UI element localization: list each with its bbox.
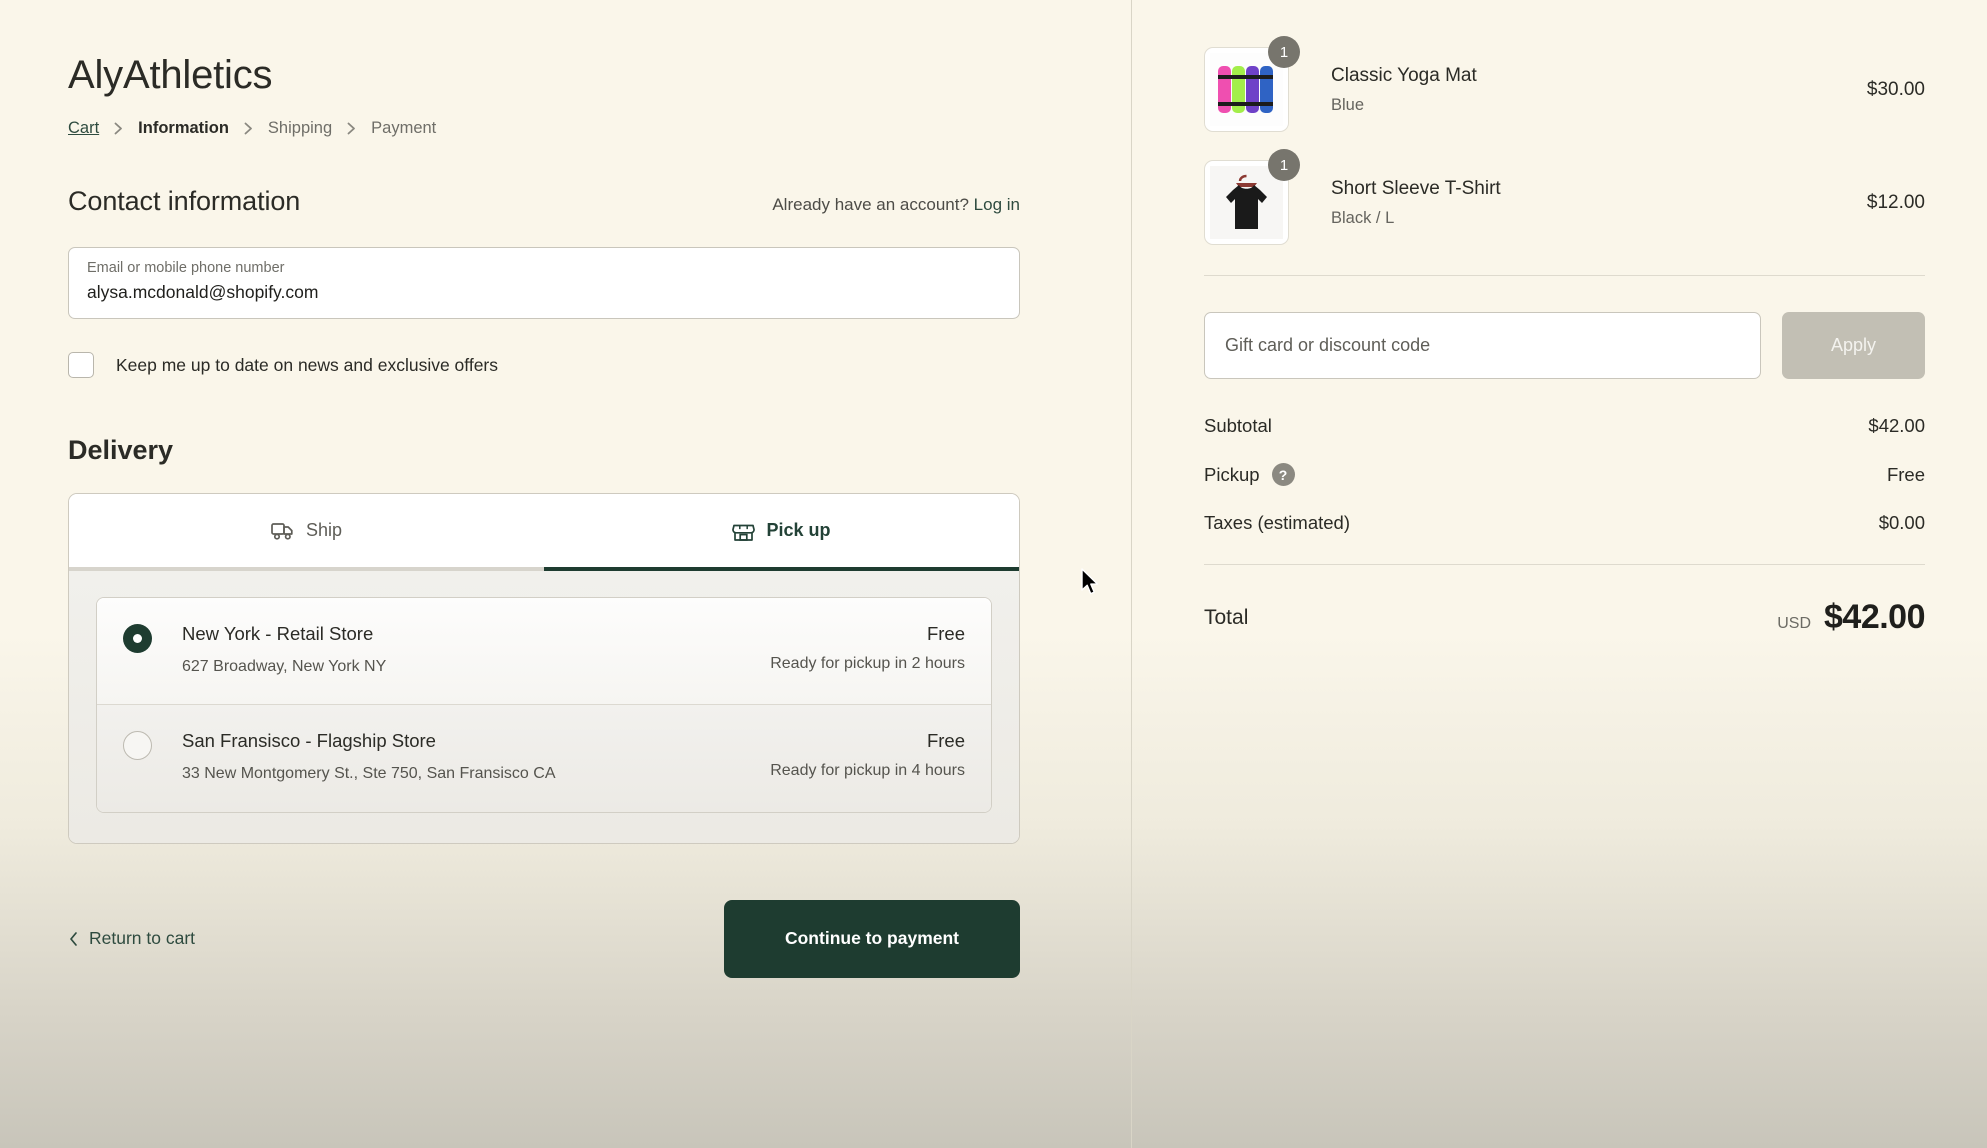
summary-row-taxes: Taxes (estimated) $0.00 [1204, 512, 1925, 534]
account-prompt-text: Already have an account? [772, 195, 969, 214]
product-thumbnail-wrap: 1 [1204, 36, 1300, 132]
mouse-cursor [1081, 568, 1103, 598]
total-divider [1204, 564, 1925, 565]
product-variant: Black / L [1331, 209, 1395, 228]
breadcrumb-item-shipping: Shipping [267, 119, 333, 137]
delivery-method-tabs: Ship Pick up [69, 494, 1019, 567]
grand-total-label: Total [1204, 605, 1249, 629]
chevron-right-icon [112, 121, 125, 136]
order-line-item: 1 Short Sleeve T-Shirt Black / L $12.00 [1204, 149, 1925, 245]
chevron-left-icon [68, 931, 79, 947]
radio-unselected-icon[interactable] [123, 731, 152, 761]
return-to-cart-link[interactable]: Return to cart [68, 928, 195, 949]
store-icon [732, 520, 756, 542]
pickup-option-san-fransisco[interactable]: San Fransisco - Flagship Store 33 New Mo… [97, 704, 991, 812]
pickup-option-address: 33 New Montgomery St., Ste 750, San Fran… [182, 765, 556, 783]
product-variant: Blue [1331, 96, 1365, 115]
chevron-right-icon [242, 121, 255, 136]
return-to-cart-label: Return to cart [89, 928, 196, 949]
quantity-badge: 1 [1268, 36, 1300, 68]
breadcrumb-item-cart[interactable]: Cart [68, 119, 99, 138]
product-name: Classic Yoga Mat [1331, 64, 1477, 86]
email-input[interactable]: alysa.mcdonald@shopify.com [87, 282, 1001, 303]
delivery-title: Delivery [68, 435, 174, 465]
tab-pickup[interactable]: Pick up [544, 494, 1019, 567]
tab-underline-pickup [544, 567, 1019, 571]
tab-ship[interactable]: Ship [69, 494, 544, 567]
apply-discount-button[interactable]: Apply [1782, 312, 1925, 379]
summary-row-value: $42.00 [1868, 415, 1925, 436]
discount-code-input[interactable] [1204, 312, 1761, 379]
grand-total-row: Total USD $42.00 [1204, 598, 1926, 637]
pickup-option-eta: Ready for pickup in 2 hours [770, 655, 965, 673]
summary-row-label: Taxes (estimated) [1204, 512, 1350, 533]
tab-underline [69, 567, 1019, 571]
checkout-form-column: AlyAthletics Cart Information Shipping P… [0, 0, 1131, 1148]
breadcrumb-item-payment: Payment [371, 119, 437, 137]
tab-underline-ship [69, 567, 544, 571]
product-name: Short Sleeve T-Shirt [1331, 177, 1501, 199]
summary-row-label-wrap: Pickup ? [1204, 463, 1295, 486]
help-icon[interactable]: ? [1271, 463, 1295, 486]
order-totals: Subtotal $42.00 Pickup ? Free Taxes (est… [1204, 415, 1926, 637]
contact-information-title: Contact information [68, 186, 301, 216]
summary-row-subtotal: Subtotal $42.00 [1204, 415, 1925, 437]
quantity-badge: 1 [1268, 149, 1300, 181]
grand-total-value-wrap: USD $42.00 [1777, 598, 1925, 637]
breadcrumb-item-information[interactable]: Information [138, 119, 229, 138]
order-line-item: 1 Classic Yoga Mat Blue $30.00 [1204, 36, 1925, 132]
newsletter-checkbox-row[interactable]: Keep me up to date on news and exclusive… [68, 352, 1131, 378]
delivery-card: Ship Pick up New York - Retail Store 627… [68, 493, 1020, 844]
pickup-option-address: 627 Broadway, New York NY [182, 658, 387, 676]
continue-to-payment-button[interactable]: Continue to payment [724, 899, 1020, 978]
truck-icon [271, 521, 295, 541]
discount-row: Apply [1204, 312, 1925, 379]
checkout-page: AlyAthletics Cart Information Shipping P… [0, 0, 1987, 1148]
column-divider [1131, 0, 1132, 1148]
form-actions: Return to cart Continue to payment [68, 899, 1020, 978]
pickup-option-new-york[interactable]: New York - Retail Store 627 Broadway, Ne… [97, 598, 991, 705]
pickup-option-name: San Fransisco - Flagship Store [182, 730, 436, 752]
email-field-label: Email or mobile phone number [87, 260, 285, 276]
breadcrumb: Cart Information Shipping Payment [68, 119, 1131, 138]
summary-row-label: Subtotal [1204, 415, 1272, 436]
chevron-right-icon [345, 121, 358, 136]
order-summary-column: 1 Classic Yoga Mat Blue $30.00 1 Short S… [1131, 0, 1987, 1148]
contact-information-header: Contact information Already have an acco… [68, 186, 1020, 217]
product-thumbnail-wrap: 1 [1204, 149, 1300, 245]
product-price: $30.00 [1866, 78, 1925, 100]
summary-divider [1204, 275, 1925, 276]
pickup-option-eta: Ready for pickup in 4 hours [770, 762, 965, 780]
store-brand-title: AlyAthletics [68, 53, 273, 97]
product-price: $12.00 [1866, 191, 1925, 213]
summary-row-value: Free [1886, 463, 1925, 485]
grand-total-amount: $42.00 [1824, 598, 1926, 636]
tab-pickup-label: Pick up [766, 520, 831, 540]
pickup-location-list: New York - Retail Store 627 Broadway, Ne… [96, 597, 992, 813]
product-info: Short Sleeve T-Shirt Black / L [1331, 177, 1867, 229]
product-info: Classic Yoga Mat Blue [1331, 64, 1867, 116]
currency-code: USD [1777, 615, 1811, 632]
log-in-link[interactable]: Log in [974, 195, 1020, 214]
radio-selected-icon[interactable] [123, 624, 152, 653]
email-field[interactable]: Email or mobile phone number alysa.mcdon… [68, 247, 1020, 319]
tab-ship-label: Ship [305, 520, 343, 540]
pickup-option-name: New York - Retail Store [182, 623, 374, 644]
newsletter-checkbox-label: Keep me up to date on news and exclusive… [116, 354, 499, 375]
summary-row-label: Pickup [1204, 463, 1260, 485]
newsletter-checkbox[interactable] [68, 352, 94, 378]
summary-row-value: $0.00 [1878, 512, 1925, 533]
account-prompt: Already have an account? Log in [772, 195, 1020, 215]
pickup-panel: New York - Retail Store 627 Broadway, Ne… [69, 571, 1019, 843]
summary-row-pickup: Pickup ? Free [1204, 463, 1925, 486]
pickup-option-price: Free [926, 730, 965, 752]
pickup-option-price: Free [926, 623, 965, 644]
